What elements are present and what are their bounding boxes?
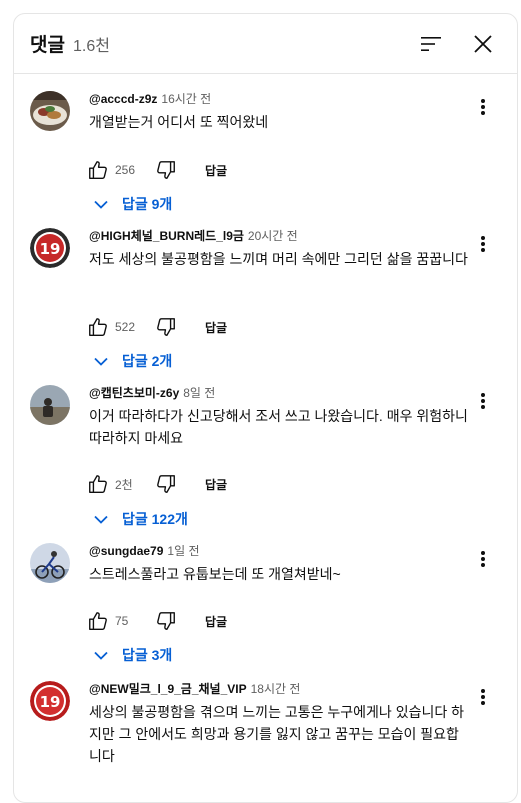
avatar[interactable] bbox=[30, 91, 70, 131]
comment-author[interactable]: @sungdae79 bbox=[89, 544, 163, 558]
like-count: 256 bbox=[115, 163, 136, 177]
dislike-button[interactable] bbox=[155, 316, 177, 338]
svg-text:19: 19 bbox=[40, 693, 61, 711]
comment-actions: 522 답글 bbox=[87, 315, 227, 339]
comment-time[interactable]: 18시간 전 bbox=[251, 682, 301, 696]
close-button[interactable] bbox=[465, 26, 501, 62]
dislike-button[interactable] bbox=[155, 159, 177, 181]
comment-time[interactable]: 1일 전 bbox=[167, 544, 199, 558]
thumbs-up-icon bbox=[89, 161, 107, 179]
more-actions-button[interactable] bbox=[473, 685, 493, 709]
like-button[interactable] bbox=[87, 610, 109, 632]
comment-author[interactable]: @acccd-z9z bbox=[89, 92, 157, 106]
more-vert-icon bbox=[481, 551, 485, 567]
chevron-down-icon bbox=[94, 515, 108, 524]
cyclist-avatar-icon bbox=[30, 543, 70, 583]
view-replies-button[interactable]: 답글 3개 bbox=[94, 643, 172, 667]
close-icon bbox=[474, 34, 492, 53]
reply-button[interactable]: 답글 bbox=[205, 613, 227, 630]
sort-button[interactable] bbox=[413, 26, 449, 62]
19-badge-icon: 19 bbox=[30, 681, 70, 721]
comment-text: 세상의 불공평함을 겪으며 느끼는 고통은 누구에게나 있습니다 하지만 그 안… bbox=[89, 704, 464, 764]
like-count: 2천 bbox=[115, 477, 133, 492]
thumbs-down-icon bbox=[157, 612, 175, 630]
replies-count: 답글 2개 bbox=[122, 353, 173, 369]
dislike-button[interactable] bbox=[155, 473, 177, 495]
more-vert-icon bbox=[481, 99, 485, 115]
thumbs-up-icon bbox=[89, 318, 107, 336]
comment-author[interactable]: @HIGH체널_BURN레드_l9금 bbox=[89, 229, 244, 243]
replies-count: 답글 3개 bbox=[122, 647, 173, 663]
comment-actions: 75 답글 bbox=[87, 609, 227, 633]
comment-text: 개열받는거 어디서 또 찍어왔네 bbox=[89, 114, 269, 130]
like-count: 522 bbox=[115, 320, 136, 334]
thumbs-down-icon bbox=[157, 475, 175, 493]
food-avatar-icon bbox=[30, 91, 70, 131]
thumbs-up-icon bbox=[89, 475, 107, 493]
more-actions-button[interactable] bbox=[473, 389, 493, 413]
more-actions-button[interactable] bbox=[473, 95, 493, 119]
comments-count: 1.6천 bbox=[72, 37, 110, 55]
more-actions-button[interactable] bbox=[473, 232, 493, 256]
person-avatar-icon bbox=[30, 385, 70, 425]
like-button[interactable] bbox=[87, 316, 109, 338]
svg-text:19: 19 bbox=[40, 240, 61, 258]
dislike-button[interactable] bbox=[155, 610, 177, 632]
like-button[interactable] bbox=[87, 473, 109, 495]
chevron-down-icon bbox=[94, 357, 108, 366]
thumbs-up-icon bbox=[89, 612, 107, 630]
comment-time[interactable]: 20시간 전 bbox=[248, 229, 298, 243]
avatar[interactable]: 19 bbox=[30, 681, 70, 721]
more-vert-icon bbox=[481, 393, 485, 409]
comment-author[interactable]: @NEW밀크_l_9_금_채널_VIP bbox=[89, 682, 247, 696]
thumbs-down-icon bbox=[157, 318, 175, 336]
avatar[interactable]: 19 bbox=[30, 228, 70, 268]
reply-button[interactable]: 답글 bbox=[205, 319, 227, 336]
like-count: 75 bbox=[115, 614, 129, 628]
view-replies-button[interactable]: 답글 122개 bbox=[94, 507, 188, 531]
avatar[interactable] bbox=[30, 543, 70, 583]
more-actions-button[interactable] bbox=[473, 547, 493, 571]
comment-time[interactable]: 16시간 전 bbox=[161, 92, 211, 106]
comment-text: 저도 세상의 불공평함을 느끼며 머리 속에만 그리던 삶을 꿈꿉니다 bbox=[89, 251, 468, 267]
chevron-down-icon bbox=[94, 200, 108, 209]
sort-icon bbox=[421, 36, 441, 51]
comments-title: 댓글 bbox=[30, 35, 65, 56]
view-replies-button[interactable]: 답글 2개 bbox=[94, 349, 172, 373]
replies-count: 답글 122개 bbox=[122, 511, 188, 527]
more-vert-icon bbox=[481, 689, 485, 705]
19-badge-icon: 19 bbox=[30, 228, 70, 268]
comment-text: 스트레스풀라고 유툽보는데 또 개열쳐받네~ bbox=[89, 566, 341, 582]
reply-button[interactable]: 답글 bbox=[205, 162, 227, 179]
more-vert-icon bbox=[481, 236, 485, 252]
comment-actions: 256 답글 bbox=[87, 158, 227, 182]
reply-button[interactable]: 답글 bbox=[205, 476, 227, 493]
comment-text: 이거 따라하다가 신고당해서 조서 쓰고 나왔습니다. 매우 위험하니 따라하지… bbox=[89, 408, 468, 446]
avatar[interactable] bbox=[30, 385, 70, 425]
view-replies-button[interactable]: 답글 9개 bbox=[94, 192, 172, 216]
chevron-down-icon bbox=[94, 651, 108, 660]
comment-actions: 2천 답글 bbox=[87, 472, 227, 496]
comment-author[interactable]: @캡틴츠보미-z6y bbox=[89, 386, 179, 400]
comments-panel: 댓글 1.6천 @acccd-z9z 16시간 전 개열받는거 어디서 또 찍어… bbox=[13, 13, 518, 803]
comments-header: 댓글 1.6천 bbox=[14, 14, 517, 74]
comment-time[interactable]: 8일 전 bbox=[183, 386, 215, 400]
like-button[interactable] bbox=[87, 159, 109, 181]
thumbs-down-icon bbox=[157, 161, 175, 179]
replies-count: 답글 9개 bbox=[122, 196, 173, 212]
